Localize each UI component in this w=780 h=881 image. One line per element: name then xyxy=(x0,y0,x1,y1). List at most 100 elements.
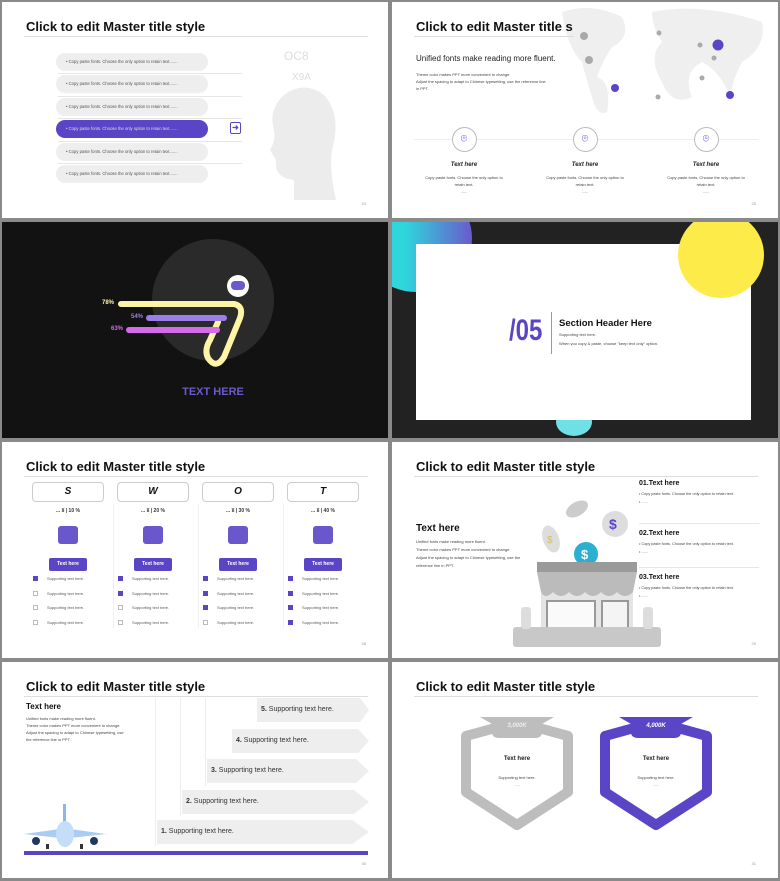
supporting-text: Supporting text here. xyxy=(559,332,597,337)
card-desc: Copy paste fonts. Choose the only option… xyxy=(646,174,766,195)
subtitle: Unified fonts make reading more fluent. xyxy=(416,54,556,63)
airplane-icon xyxy=(24,804,106,849)
checkbox[interactable] xyxy=(118,605,123,610)
list-text: Copy paste fonts. Choose the only option… xyxy=(68,126,178,131)
desc-line: Copy paste fonts. Choose the only option… xyxy=(546,175,624,180)
text-here-button[interactable]: Text here xyxy=(49,558,87,571)
growth-chart-icon xyxy=(143,526,163,544)
checkbox[interactable] xyxy=(118,576,123,581)
item-dots: ...... xyxy=(641,500,648,504)
card-title: Text here xyxy=(503,756,531,762)
item-title: 02.Text here xyxy=(639,530,680,537)
left-body: Unified fonts make reading more fluent. T… xyxy=(26,715,124,743)
desc-dots: ...... xyxy=(702,189,710,194)
text-here-button[interactable]: Text here xyxy=(219,558,257,571)
page-number: 29 xyxy=(751,641,756,646)
checkbox-label: Supporting text here. xyxy=(132,590,170,596)
body-line: Adjust the spacing to adapt to Chinese t… xyxy=(26,730,124,735)
checkbox[interactable] xyxy=(33,605,38,610)
left-body: Unified fonts make reading more fluent. T… xyxy=(416,538,520,570)
progress-graphic xyxy=(118,239,274,367)
checkbox[interactable] xyxy=(203,590,208,596)
item-bullet: Copy paste fonts. Choose the only option… xyxy=(641,586,734,590)
checkbox[interactable] xyxy=(288,619,293,625)
item-list: 01.Text here • Copy paste fonts. Choose … xyxy=(639,480,759,600)
body-line: Theme color makes PPT more convenient to… xyxy=(26,723,121,728)
checkbox-label: Supporting text here. xyxy=(302,576,340,581)
card-title: Text here xyxy=(692,162,720,168)
checkbox[interactable] xyxy=(118,619,123,625)
checkbox[interactable] xyxy=(288,576,293,581)
slide-24[interactable]: Click to edit Master title style • Copy … xyxy=(2,2,388,218)
checkbox-label: Supporting text here. xyxy=(217,590,255,596)
card: ⌾ Text here Copy paste fonts. Choose the… xyxy=(404,127,524,195)
checkbox[interactable] xyxy=(118,590,123,596)
checkbox[interactable] xyxy=(33,576,38,581)
checkbox[interactable] xyxy=(288,605,293,610)
slide-25[interactable]: Click to edit Master title s Unified fon… xyxy=(392,2,778,218)
hexagon-graphics xyxy=(461,717,712,830)
step-text: Supporting text here. xyxy=(268,706,334,713)
checkbox-label: Supporting text here. xyxy=(132,605,170,610)
slide-31-hexagons[interactable]: Click to edit Master title style 3,000K … xyxy=(392,662,778,878)
section-number: /05 xyxy=(509,314,543,347)
swot-percent: ... ¥ | 20 % xyxy=(141,508,165,514)
item-bullet: Copy paste fonts. Choose the only option… xyxy=(641,492,734,496)
slide-title: Click to edit Master title style xyxy=(26,19,206,34)
step-arrow: 3. Supporting text here. xyxy=(207,759,369,783)
body-text: Theme color makes PPT more convenient to… xyxy=(416,71,546,92)
list-text: Copy paste fonts. Choose the only option… xyxy=(68,171,178,176)
body-line: Theme color makes PPT more convenient to… xyxy=(416,72,511,77)
slide-section-header[interactable]: /05 Section Header Here Supporting text … xyxy=(392,222,778,438)
item-title: 01.Text here xyxy=(639,480,680,487)
list-text: Copy paste fonts. Choose the only option… xyxy=(68,149,178,154)
card-title: Text here xyxy=(571,162,599,168)
item-dots: ...... xyxy=(641,550,648,554)
checkbox-label: Supporting text here. xyxy=(302,605,340,610)
location-pin-icon: ⌾ xyxy=(451,127,477,152)
checkbox[interactable] xyxy=(203,619,208,625)
slide-dark-progress[interactable]: 78% 54% 63% TEXT HERE xyxy=(2,222,388,438)
slide-29-store[interactable]: Click to edit Master title style Text he… xyxy=(392,442,778,658)
supporting-text: When you copy & paste, choose "keep text… xyxy=(559,341,659,346)
step-num: 4. xyxy=(236,737,242,744)
column-divider xyxy=(198,504,199,628)
bar-label: 78% xyxy=(102,300,115,306)
checkbox[interactable] xyxy=(33,619,38,625)
swot-header-t: T xyxy=(287,482,359,502)
text-here-button[interactable]: Text here xyxy=(134,558,172,571)
title-divider xyxy=(24,696,368,697)
value-label: 4,000K xyxy=(646,723,666,729)
card-dots: ...... xyxy=(513,782,521,787)
item: 02.Text here • Copy paste fonts. Choose … xyxy=(639,524,759,568)
step-num: 2. xyxy=(186,798,192,805)
card-title: Text here xyxy=(450,162,478,168)
head-letters-illustration: OC8 X9A xyxy=(270,49,336,200)
swot-percent: ... ¥ | 40 % xyxy=(311,508,335,514)
checkbox[interactable] xyxy=(288,590,293,596)
checkbox[interactable] xyxy=(203,605,208,610)
checkbox[interactable] xyxy=(203,576,208,581)
slide-30-steps[interactable]: Click to edit Master title style Text he… xyxy=(2,662,388,878)
checkbox[interactable] xyxy=(33,590,38,596)
checkbox-label: Supporting text here. xyxy=(47,605,85,610)
card-desc: Copy paste fonts. Choose the only option… xyxy=(404,174,524,195)
column-divider xyxy=(283,504,284,628)
body-line: Adjust the spacing to adapt to Chinese t… xyxy=(416,79,546,84)
divider xyxy=(58,73,242,74)
page-number: 24 xyxy=(361,201,366,206)
body-line: Unified fonts make reading more fluent. xyxy=(416,539,486,544)
swot-header-w: W xyxy=(117,482,189,502)
item: 03.Text here • Copy paste fonts. Choose … xyxy=(639,568,759,600)
world-map xyxy=(562,8,763,113)
list-item-active: • Copy paste fonts. Choose the only opti… xyxy=(56,120,208,138)
body-line: in PPT. xyxy=(416,86,429,91)
text-here-button[interactable]: Text here xyxy=(304,558,342,571)
slide-title: Click to edit Master title style xyxy=(416,459,596,474)
slide-28-swot[interactable]: Click to edit Master title style S ... ¥ … xyxy=(2,442,388,658)
desc-line: retain text. xyxy=(696,182,716,187)
step-arrow: 2. Supporting text here. xyxy=(182,790,369,814)
svg-text:$: $ xyxy=(547,535,553,546)
step-text: Supporting text here. xyxy=(193,798,259,805)
slide-title: Click to edit Master title style xyxy=(26,679,206,694)
